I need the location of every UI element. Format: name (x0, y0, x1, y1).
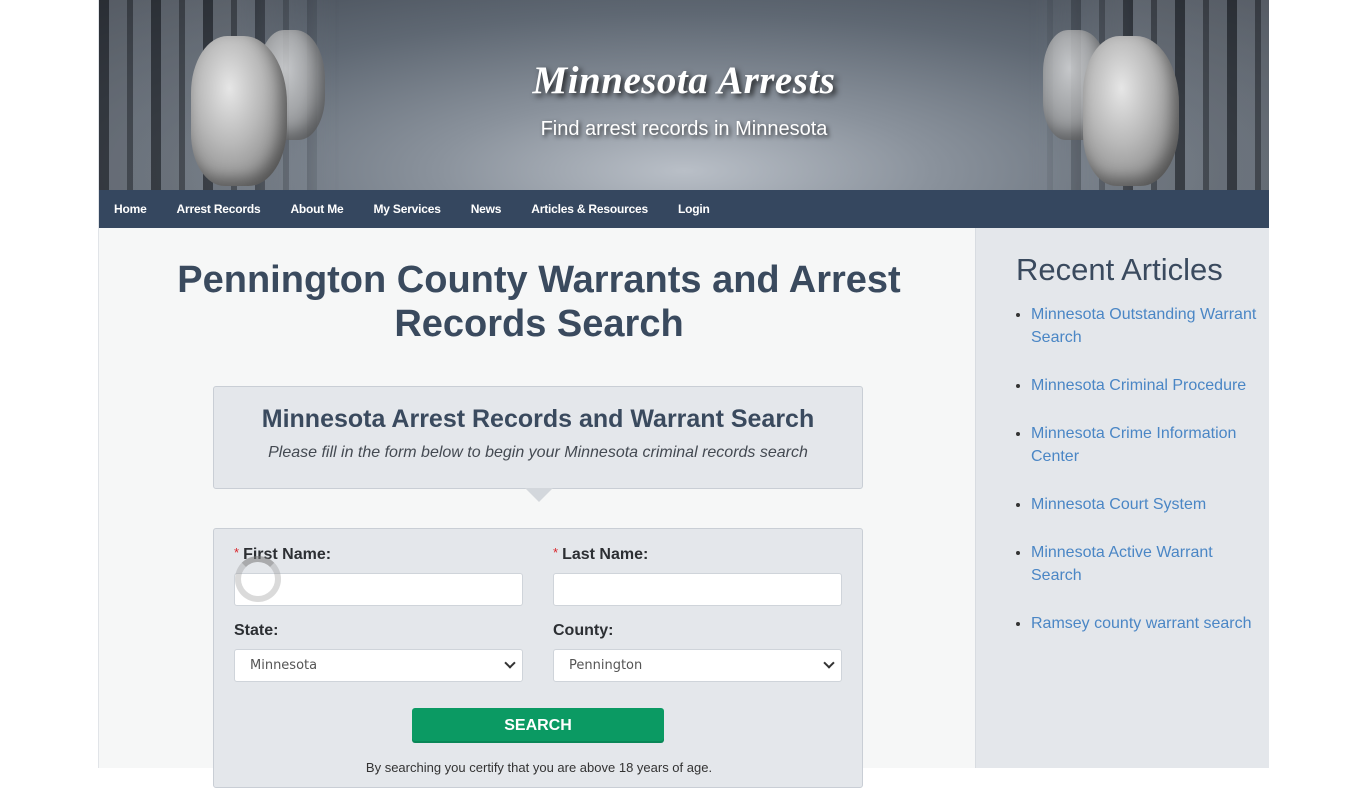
callout-heading: Minnesota Arrest Records and Warrant Sea… (261, 405, 815, 433)
search-form: * First Name: * Last Name: State: Minnesot… (213, 528, 863, 788)
first-name-label: * First Name: (234, 545, 332, 563)
nav-home[interactable]: Home (114, 202, 147, 216)
chevron-down-icon (823, 657, 835, 669)
recent-articles-heading: Recent Articles (1016, 252, 1223, 287)
state-selected-value: Minnesota (250, 658, 318, 673)
site-title[interactable]: Minnesota Arrests (99, 58, 1269, 103)
nav-articles-resources[interactable]: Articles & Resources (531, 202, 648, 216)
nav-login[interactable]: Login (678, 202, 710, 216)
last-name-group: * Last Name: (553, 545, 842, 606)
site-tagline: Find arrest records in Minnesota (540, 118, 828, 140)
callout-subtext: Please fill in the form below to begin y… (268, 444, 808, 461)
recent-articles-list: Minnesota Outstanding Warrant Search Min… (1031, 303, 1261, 660)
callout-arrow (525, 488, 553, 502)
main-nav: Home Arrest Records About Me My Services… (99, 190, 1269, 228)
first-name-input[interactable] (234, 573, 523, 606)
county-selected-value: Pennington (569, 658, 643, 673)
article-link[interactable]: Minnesota Active Warrant Search (1031, 544, 1213, 584)
page-title: Pennington County Warrants and Arrest Re… (177, 259, 901, 345)
state-label: State: (234, 622, 279, 639)
article-link[interactable]: Minnesota Criminal Procedure (1031, 377, 1246, 394)
nav-about-me[interactable]: About Me (290, 202, 343, 216)
last-name-label: * Last Name: (553, 545, 649, 563)
article-link[interactable]: Ramsey county warrant search (1031, 615, 1252, 632)
nav-news[interactable]: News (471, 202, 502, 216)
search-button[interactable]: SEARCH (412, 708, 664, 743)
required-marker: * (234, 545, 240, 560)
last-name-input[interactable] (553, 573, 842, 606)
first-name-group: * First Name: (234, 545, 523, 606)
county-label: County: (553, 622, 614, 639)
required-marker: * (553, 545, 559, 560)
list-item: Ramsey county warrant search (1031, 612, 1261, 635)
nav-arrest-records[interactable]: Arrest Records (177, 202, 261, 216)
list-item: Minnesota Outstanding Warrant Search (1031, 303, 1261, 349)
sidebar: Recent Articles Minnesota Outstanding Wa… (975, 228, 1269, 768)
list-item: Minnesota Active Warrant Search (1031, 541, 1261, 587)
state-group: State: Minnesota (234, 622, 523, 682)
article-link[interactable]: Minnesota Crime Information Center (1031, 425, 1236, 465)
article-link[interactable]: Minnesota Court System (1031, 496, 1206, 513)
main-content: Pennington County Warrants and Arrest Re… (99, 228, 975, 788)
list-item: Minnesota Court System (1031, 493, 1261, 516)
site-header: Minnesota Arrests Find arrest records in… (99, 0, 1269, 190)
nav-my-services[interactable]: My Services (374, 202, 441, 216)
county-select[interactable]: Pennington (553, 649, 842, 682)
search-callout: Minnesota Arrest Records and Warrant Sea… (213, 386, 863, 502)
list-item: Minnesota Crime Information Center (1031, 422, 1261, 468)
state-select[interactable]: Minnesota (234, 649, 523, 682)
chevron-down-icon (504, 657, 516, 669)
page-container: Minnesota Arrests Find arrest records in… (98, 0, 1269, 788)
list-item: Minnesota Criminal Procedure (1031, 374, 1261, 397)
county-group: County: Pennington (553, 622, 842, 682)
article-link[interactable]: Minnesota Outstanding Warrant Search (1031, 306, 1256, 346)
